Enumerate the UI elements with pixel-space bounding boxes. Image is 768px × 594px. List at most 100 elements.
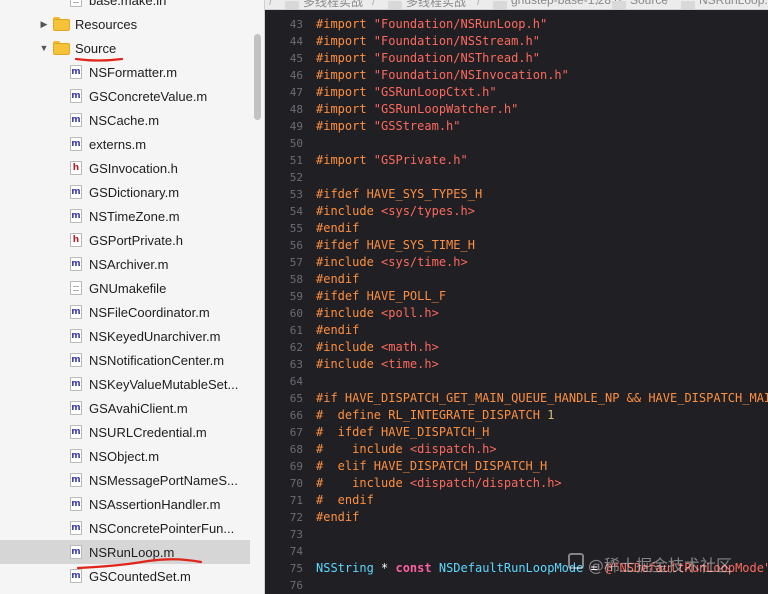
code-line[interactable]: 48 #import "GSRunLoopWatcher.h" (265, 101, 768, 118)
watermark-logo-icon (568, 553, 584, 569)
code-line[interactable]: 62 #include <math.h> (265, 339, 768, 356)
navigator-file-row[interactable]: m NSMessagePortNameS... (0, 468, 250, 492)
code-line[interactable]: 73 (265, 526, 768, 543)
header-file-icon: h (70, 233, 82, 247)
jumpbar-item[interactable]: 多线程实战 (303, 0, 363, 9)
code-token: <math.h> (381, 340, 439, 354)
objc-source-file-icon: m (70, 89, 82, 103)
jumpbar-separator: / (477, 0, 481, 8)
navigator-file-row[interactable]: m NSConcretePointerFun... (0, 516, 250, 540)
code-text: #include <sys/time.h> (316, 254, 468, 271)
header-file-icon: h (70, 161, 82, 175)
jumpbar-item[interactable]: NSRunLoop.m (699, 0, 768, 7)
navigator-file-row[interactable]: m NSFormatter.m (0, 60, 250, 84)
navigator-file-row[interactable]: m NSObject.m (0, 444, 250, 468)
navigator-file-row[interactable]: m NSFileCoordinator.m (0, 300, 250, 324)
code-text: #import "GSRunLoopCtxt.h" (316, 84, 497, 101)
code-line[interactable]: 47 #import "GSRunLoopCtxt.h" (265, 84, 768, 101)
code-line[interactable]: 68 # include <dispatch.h> (265, 441, 768, 458)
navigator-file-row[interactable]: m NSCache.m (0, 108, 250, 132)
navigator-item-label: NSTimeZone.m (89, 208, 180, 224)
code-line[interactable]: 72 #endif (265, 509, 768, 526)
navigator-file-row[interactable]: m GSAvahiClient.m (0, 396, 250, 420)
code-line[interactable]: 69 # elif HAVE_DISPATCH_DISPATCH_H (265, 458, 768, 475)
code-line[interactable]: 56 #ifdef HAVE_SYS_TIME_H (265, 237, 768, 254)
navigator-file-row[interactable]: m NSURLCredential.m (0, 420, 250, 444)
navigator-item-label: NSURLCredential.m (89, 424, 207, 440)
navigator-file-row[interactable]: m GSConcreteValue.m (0, 84, 250, 108)
code-token: #ifdef HAVE_POLL_F (316, 289, 447, 303)
jumpbar-separator: / (596, 0, 600, 8)
code-line[interactable]: 76 (265, 577, 768, 594)
navigator-file-row[interactable]: m NSNotificationCenter.m (0, 348, 250, 372)
code-text: # endif (316, 492, 374, 509)
code-line[interactable]: 60 #include <poll.h> (265, 305, 768, 322)
code-line[interactable]: 51 #import "GSPrivate.h" (265, 152, 768, 169)
line-number: 67 (289, 426, 303, 439)
code-line[interactable]: 46 #import "Foundation/NSInvocation.h" (265, 67, 768, 84)
navigator-folder-row[interactable]: ▶ Resources (0, 12, 250, 36)
code-line[interactable]: 44 #import "Foundation/NSStream.h" (265, 33, 768, 50)
code-line[interactable]: 70 # include <dispatch/dispatch.h> (265, 475, 768, 492)
navigator-file-row[interactable]: m NSArchiver.m (0, 252, 250, 276)
navigator-file-row[interactable]: GNUmakefile (0, 276, 250, 300)
objc-source-file-icon: m (70, 377, 82, 391)
code-line[interactable]: 43 #import "Foundation/NSRunLoop.h" (265, 16, 768, 33)
code-line[interactable]: 57 #include <sys/time.h> (265, 254, 768, 271)
code-editor[interactable]: 43 #import "Foundation/NSRunLoop.h" 44 #imp… (265, 10, 768, 594)
navigator-file-row[interactable]: m NSAssertionHandler.m (0, 492, 250, 516)
line-number: 64 (289, 375, 303, 388)
code-token: <time.h> (381, 357, 439, 371)
code-line[interactable]: 71 # endif (265, 492, 768, 509)
navigator-file-row[interactable]: m GSDictionary.m (0, 180, 250, 204)
code-token: #include (316, 340, 382, 354)
navigator-file-row[interactable]: m GSCountedSet.m (0, 564, 250, 588)
code-line[interactable]: 61 #endif (265, 322, 768, 339)
code-token: #import (316, 153, 374, 167)
disclosure-expanded-icon[interactable]: ▼ (38, 42, 50, 54)
navigator-item-label: NSCache.m (89, 112, 160, 128)
code-line[interactable]: 52 (265, 169, 768, 186)
code-token: #import (316, 119, 374, 133)
objc-source-file-icon: m (70, 65, 82, 79)
code-line[interactable]: 49 #import "GSStream.h" (265, 118, 768, 135)
navigator-file-row[interactable]: m NSRunLoop.m (0, 540, 250, 564)
navigator-file-row[interactable]: m NSTimeZone.m (0, 204, 250, 228)
code-line[interactable]: 64 (265, 373, 768, 390)
navigator-file-row[interactable]: m externs.m (0, 132, 250, 156)
code-line[interactable]: 66 # define RL_INTEGRATE_DISPATCH 1 (265, 407, 768, 424)
code-line[interactable]: 45 #import "Foundation/NSThread.h" (265, 50, 768, 67)
navigator-folder-row[interactable]: ▼ Source (0, 36, 250, 60)
navigator-item-label: NSFileCoordinator.m (89, 304, 210, 320)
line-number: 70 (289, 477, 303, 490)
code-line[interactable]: 67 # ifdef HAVE_DISPATCH_H (265, 424, 768, 441)
jumpbar-item[interactable]: 多线程实战 (406, 0, 466, 9)
code-line[interactable]: 55 #endif (265, 220, 768, 237)
code-line[interactable]: 65 #if HAVE_DISPATCH_GET_MAIN_QUEUE_HANDL… (265, 390, 768, 407)
code-text: #ifdef HAVE_SYS_TYPES_H (316, 186, 482, 203)
code-line[interactable]: 59 #ifdef HAVE_POLL_F (265, 288, 768, 305)
jumpbar-item[interactable]: gnustep-base-1.28.0 (511, 0, 621, 7)
code-line[interactable]: 50 (265, 135, 768, 152)
line-number: 74 (289, 545, 303, 558)
line-number: 72 (289, 511, 303, 524)
navigator-file-row[interactable]: m NSKeyedUnarchiver.m (0, 324, 250, 348)
navigator-file-row[interactable]: m NSKeyValueMutableSet... (0, 372, 250, 396)
navigator-scrollbar[interactable] (254, 34, 261, 120)
navigator-file-row[interactable]: h GSPortPrivate.h (0, 228, 250, 252)
navigator-file-row[interactable]: h GSInvocation.h (0, 156, 250, 180)
code-token: "GSRunLoopWatcher.h" (373, 102, 519, 116)
code-text: #if HAVE_DISPATCH_GET_MAIN_QUEUE_HANDLE_… (316, 390, 768, 407)
jumpbar-item[interactable]: Source (630, 0, 668, 7)
navigator-item-label: GSPortPrivate.h (89, 232, 183, 248)
code-line[interactable]: 54 #include <sys/types.h> (265, 203, 768, 220)
objc-source-file-icon: m (70, 305, 82, 319)
navigator-file-row[interactable]: base.make.in (0, 0, 250, 12)
disclosure-collapsed-icon[interactable]: ▶ (38, 18, 50, 30)
code-line[interactable]: 63 #include <time.h> (265, 356, 768, 373)
jumpbar-folder-icon (285, 1, 299, 9)
code-token: #include (316, 357, 382, 371)
code-line[interactable]: 53 #ifdef HAVE_SYS_TYPES_H (265, 186, 768, 203)
code-text: #import "Foundation/NSStream.h" (316, 33, 540, 50)
code-line[interactable]: 58 #endif (265, 271, 768, 288)
